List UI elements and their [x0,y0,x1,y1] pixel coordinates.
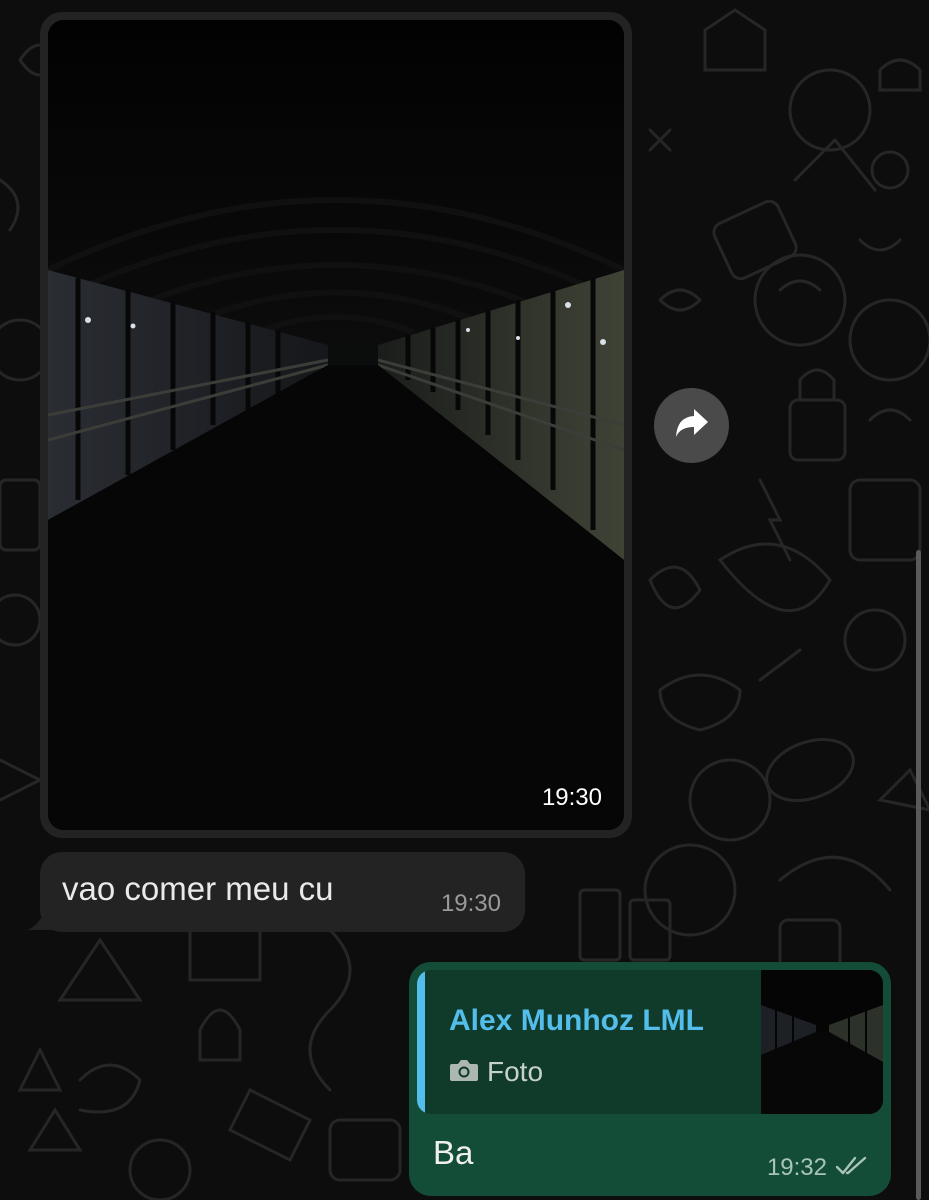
quoted-photo-thumbnail [761,970,883,1114]
message-text: Ba [433,1134,474,1171]
quoted-message[interactable]: Alex Munhoz LML Foto [417,970,883,1114]
camera-icon [449,1058,479,1087]
scrollbar[interactable] [916,550,921,1200]
quoted-type-line: Foto [449,1056,543,1088]
message-timestamp: 19:32 [766,1154,827,1181]
photo-message-bubble[interactable]: 19:30 [40,12,632,838]
photo-timestamp: 19:30 [541,784,602,811]
quote-accent-bar [417,970,425,1114]
message-text: vao comer meu cu [62,870,334,907]
double-check-icon [835,1155,869,1182]
text-message-bubble[interactable]: vao comer meu cu 19:30 [40,852,525,932]
forward-button[interactable] [654,388,729,463]
outgoing-reply-bubble[interactable]: Alex Munhoz LML Foto Ba 19:32 [409,962,891,1196]
quoted-author: Alex Munhoz LML [449,1004,704,1037]
quoted-type-label: Foto [487,1056,544,1087]
forward-arrow-icon [674,407,710,444]
photo-image[interactable]: 19:30 [48,20,624,830]
message-timestamp: 19:30 [440,890,501,917]
message-meta: 19:32 [767,1154,869,1182]
